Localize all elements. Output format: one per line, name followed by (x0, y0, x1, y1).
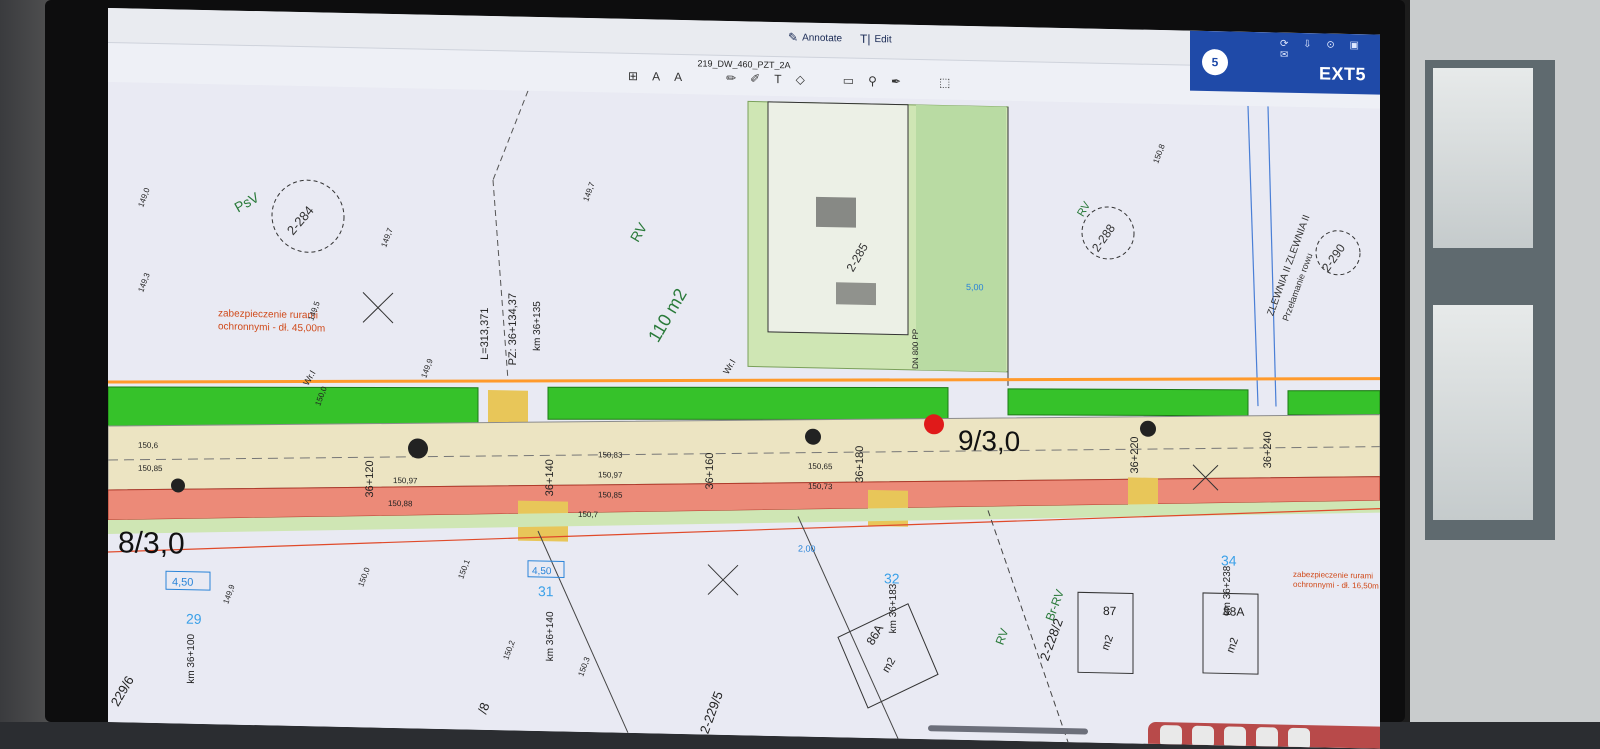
text-cursor-icon: T| (860, 31, 871, 46)
label-km-140b: km 36+140 (545, 611, 556, 661)
label-km-240: 36+240 (1262, 431, 1274, 468)
label-km-135: km 36+135 (532, 301, 543, 351)
label-parcel-31: 31 (538, 583, 554, 599)
window-wall (1410, 0, 1600, 722)
ext-badge[interactable]: EXT5 (1319, 63, 1366, 85)
tab-edit[interactable]: T| Edit (860, 32, 892, 47)
text-icon[interactable]: A (674, 70, 682, 88)
label-dim-500: 5,00 (966, 282, 984, 292)
tab-annotate-label: Annotate (802, 32, 843, 44)
label-parcel-29: 29 (186, 611, 202, 627)
drawing-canvas[interactable]: PsV 2-284 RV 110 m2 2-285 2-288 RV 2-290… (108, 82, 1380, 749)
building-mark-2 (836, 282, 876, 306)
select-area-icon[interactable]: ⬚ (939, 75, 950, 93)
label-km-183: km 36+183 (888, 583, 899, 633)
marker-icon[interactable]: ✐ (750, 71, 760, 89)
elevation-15: 150,65 (808, 462, 833, 472)
elevation-16: 150,73 (808, 482, 833, 492)
label-big-left: 8/3,0 (118, 526, 185, 560)
shape-icon[interactable]: ◇ (796, 72, 805, 90)
window-pane-top (1433, 68, 1533, 248)
elevation-12: 150,83 (598, 450, 623, 460)
elevation-8: 150,6 (138, 441, 159, 450)
building-mark (816, 196, 856, 228)
green-strip-4 (1287, 390, 1380, 416)
extension-panel: 5 ⟳ ⇩ ⊙ ▣ ✉ EXT5 (1190, 30, 1380, 95)
elevation-14: 150,85 (598, 490, 623, 500)
crossing-4 (1128, 477, 1158, 508)
label-protection-left-2: ochronnymi - dł. 45,00m (218, 321, 325, 334)
label-km-140: 36+140 (544, 459, 556, 496)
format-icon[interactable]: ⊞ (628, 69, 638, 87)
site-plan-drawing: PsV 2-284 RV 110 m2 2-285 2-288 RV 2-290… (108, 82, 1380, 749)
label-km-100: km 36+100 (186, 633, 197, 683)
elevation-17: 150,7 (578, 510, 599, 519)
pencil-icon[interactable]: ✏ (726, 71, 736, 89)
elevation-9: 150,85 (138, 464, 163, 474)
pen-icon: ✎ (788, 30, 799, 45)
label-pz: PZ: 36+134,37 (507, 293, 519, 366)
entry-road (916, 104, 1006, 372)
dock-bar (1148, 721, 1380, 749)
stamp-icon[interactable]: ⚲ (868, 74, 877, 92)
elevation-13: 150,97 (598, 470, 623, 480)
window-frame (1425, 60, 1555, 540)
type-icon[interactable]: T (774, 72, 781, 90)
label-protection-left: zabezpieczenie rurami (218, 308, 318, 321)
label-dim-450b: 4,50 (532, 566, 552, 577)
tab-edit-label: Edit (874, 33, 892, 45)
dock-app-icon[interactable] (1160, 725, 1182, 748)
label-88a: 88A (1223, 604, 1244, 618)
label-km-180: 36+180 (854, 446, 866, 483)
dock-app-icon[interactable] (1256, 727, 1278, 749)
dock-app-icon[interactable] (1224, 726, 1246, 749)
elevation-10: 150,97 (393, 476, 418, 486)
dock-app-icon[interactable] (1288, 727, 1310, 749)
label-dn: DN 800 PP (911, 329, 920, 369)
label-protection-right-2: ochronnymi - dł. 16,50m (1293, 580, 1379, 591)
window-pane-bottom (1433, 305, 1533, 520)
comment-icon[interactable]: ▭ (843, 73, 854, 91)
text-style-icon[interactable]: A (652, 69, 660, 87)
label-big-mid: 9/3,0 (958, 425, 1020, 457)
signature-icon[interactable]: ✒ (891, 74, 901, 92)
dock-app-icon[interactable] (1192, 725, 1214, 749)
label-km-220: 36+220 (1129, 436, 1141, 473)
elevation-11: 150,88 (388, 499, 413, 509)
monitor-screen: ✎ Annotate T| Edit 219_DW_460_PZT_2A ⊞ A… (108, 8, 1380, 749)
green-strip-3 (1007, 388, 1249, 417)
label-87: 87 (1103, 604, 1117, 618)
label-km-120: 36+120 (364, 460, 376, 497)
label-km-160: 36+160 (704, 452, 716, 489)
tab-annotate[interactable]: ✎ Annotate (788, 30, 842, 45)
label-l-dist: L=313,371 (479, 307, 491, 360)
notification-badge[interactable]: 5 (1202, 48, 1228, 76)
panel-icons: ⟳ ⇩ ⊙ ▣ ✉ (1280, 38, 1365, 61)
label-protection-right: zabezpieczenie rurami (1293, 570, 1373, 581)
label-dim-450a: 4,50 (172, 576, 193, 588)
label-dim-200: 2,00 (798, 543, 816, 553)
